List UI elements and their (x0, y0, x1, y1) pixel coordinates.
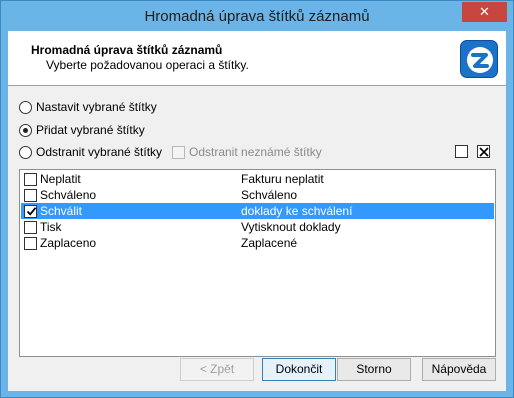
radio-remove-indicator[interactable] (19, 145, 32, 159)
radio-add-tags[interactable]: Přidat vybrané štítky (19, 122, 145, 138)
remove-unknown-box[interactable] (172, 145, 185, 159)
radio-remove-tags[interactable]: Odstranit vybrané štítky (19, 144, 162, 160)
radio-set-indicator[interactable] (19, 100, 32, 114)
close-button[interactable]: ✕ (462, 2, 507, 22)
back-button[interactable]: < Zpět (180, 358, 254, 381)
dialog-window: Hromadná úprava štítků záznamů ✕ Hromadn… (0, 0, 514, 398)
check-all-icon[interactable] (477, 145, 490, 158)
dialog-client: Hromadná úprava štítků záznamů Vyberte p… (8, 31, 506, 391)
item-name: Schválit (40, 204, 83, 218)
item-checkbox[interactable] (24, 236, 37, 250)
item-checkbox[interactable] (24, 172, 37, 186)
window-title: Hromadná úprava štítků záznamů (144, 8, 370, 25)
app-logo-icon (460, 40, 498, 78)
item-checkbox[interactable] (24, 204, 37, 218)
item-description: Zaplacené (241, 236, 298, 250)
radio-add-indicator[interactable] (19, 123, 32, 137)
radio-set-label: Nastavit vybrané štítky (36, 100, 157, 114)
item-name: Neplatit (40, 172, 81, 186)
list-item[interactable]: Tisk Vytisknout doklady (21, 219, 494, 235)
item-checkbox[interactable] (24, 188, 37, 202)
remove-unknown-checkbox[interactable]: Odstranit neznámé štítky (172, 144, 322, 160)
radio-set-tags[interactable]: Nastavit vybrané štítky (19, 99, 157, 115)
item-checkbox[interactable] (24, 220, 37, 234)
item-description: doklady ke schválení (241, 204, 353, 218)
remove-unknown-label: Odstranit neznámé štítky (189, 145, 322, 159)
item-description: Schváleno (241, 188, 298, 202)
item-description: Vytisknout doklady (241, 220, 341, 234)
item-name: Tisk (40, 220, 62, 234)
list-item-selected[interactable]: Schválit doklady ke schválení (21, 203, 494, 219)
help-button[interactable]: Nápověda (422, 358, 496, 381)
wizard-header: Hromadná úprava štítků záznamů Vyberte p… (8, 31, 506, 86)
tags-list[interactable]: Neplatit Fakturu neplatit Schváleno Schv… (19, 169, 496, 357)
cancel-button[interactable]: Storno (337, 358, 411, 381)
item-name: Zaplaceno (40, 236, 97, 250)
uncheck-all-icon[interactable] (455, 145, 468, 158)
radio-add-label: Přidat vybrané štítky (36, 123, 145, 137)
title-bar[interactable]: Hromadná úprava štítků záznamů ✕ (1, 1, 513, 31)
finish-button[interactable]: Dokončit (262, 358, 336, 381)
item-description: Fakturu neplatit (241, 172, 324, 186)
checkmark-icon (26, 206, 37, 216)
header-subtitle: Vyberte požadovanou operaci a štítky. (46, 58, 249, 72)
item-name: Schváleno (40, 188, 97, 202)
list-item[interactable]: Neplatit Fakturu neplatit (21, 171, 494, 187)
header-title: Hromadná úprava štítků záznamů (31, 43, 223, 57)
list-item[interactable]: Zaplaceno Zaplacené (21, 235, 494, 251)
radio-remove-label: Odstranit vybrané štítky (36, 145, 163, 159)
list-item[interactable]: Schváleno Schváleno (21, 187, 494, 203)
